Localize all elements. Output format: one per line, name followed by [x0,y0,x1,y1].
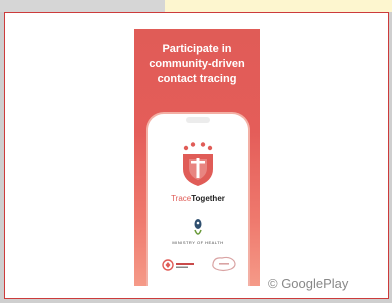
partner-logo-icon [162,259,194,271]
phone-notch [186,117,210,123]
headline-line-2: community-driven [149,58,245,70]
tracetogether-shield-icon [183,142,213,186]
top-left-strip [0,0,165,12]
headline-line-1: Participate in [162,43,232,55]
headline-line-3: contact tracing [157,73,237,85]
copyright-watermark: © GooglePlay [268,276,349,291]
brand-part-2: Together [191,194,225,203]
partner-logo-2-icon [212,256,236,272]
ministry-label: MINISTRY OF HEALTH [172,240,224,245]
phone-mockup: TraceTogether MINISTRY OF HEALTH [148,114,248,286]
brand-part-1: Trace [171,194,192,203]
app-promo-banner: Participate in community-driven contact … [134,29,260,286]
top-right-strip [165,0,392,12]
headline: Participate in community-driven contact … [134,42,260,87]
ministry-of-health-logo-icon [194,219,202,235]
brand-wordmark: TraceTogether [148,194,248,203]
